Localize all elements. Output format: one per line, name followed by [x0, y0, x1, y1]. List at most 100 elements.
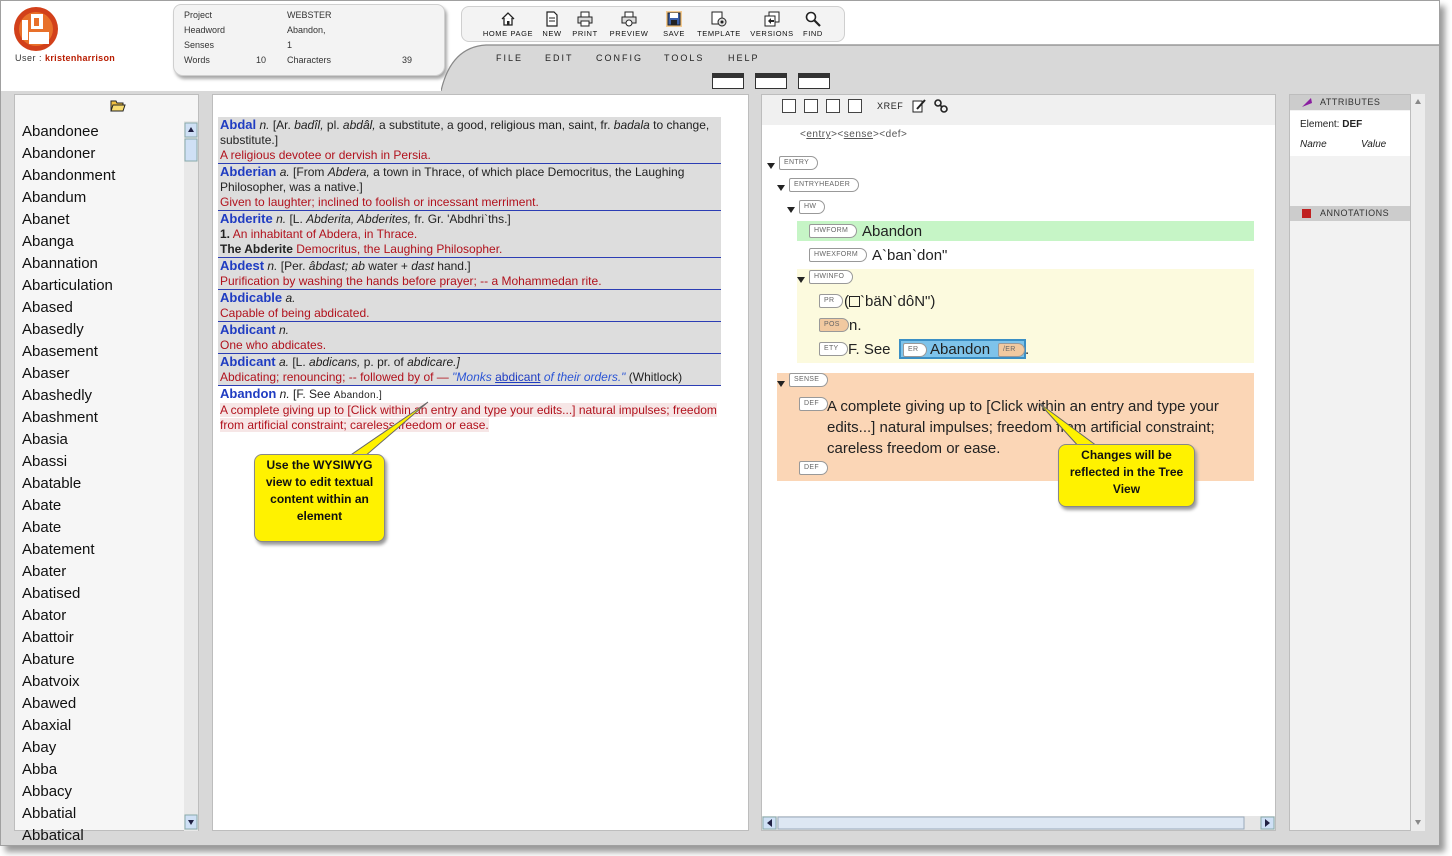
menu-edit[interactable]: EDIT [545, 53, 574, 63]
headword-list-item[interactable]: Abature [22, 649, 187, 671]
tag-def[interactable]: DEF [799, 397, 828, 411]
menu-tools[interactable]: TOOLS [664, 53, 704, 63]
expand-all-button[interactable] [782, 99, 796, 113]
editable-definition[interactable]: A complete giving up to [Click within an… [220, 403, 717, 432]
wordlist-scrollbar[interactable] [184, 121, 198, 831]
open-folder-icon[interactable] [110, 99, 126, 113]
versions-button[interactable]: VERSIONS [748, 11, 796, 43]
headword-list-item[interactable]: Abasia [22, 429, 187, 451]
headword-list-item[interactable]: Abattoir [22, 627, 187, 649]
headword-list-item[interactable]: Abator [22, 605, 187, 627]
hwexform-value[interactable]: A`ban`don" [872, 247, 947, 264]
tag-sense[interactable]: SENSE [789, 373, 829, 387]
crumb-entry[interactable]: entry [806, 129, 831, 140]
pos-value[interactable]: n. [849, 317, 862, 334]
tag-def-empty[interactable]: DEF [799, 461, 828, 475]
attributes-header[interactable]: ATTRIBUTES [1290, 95, 1410, 110]
link-icon[interactable] [934, 99, 948, 113]
headword-list-item[interactable]: Abaser [22, 363, 187, 385]
headword-list-item[interactable]: Abassi [22, 451, 187, 473]
headword-list-item[interactable]: Abandonee [22, 121, 187, 143]
tag-entryheader[interactable]: ENTRYHEADER [789, 178, 860, 192]
save-button[interactable]: SAVE [660, 11, 688, 43]
move-up-button[interactable] [826, 99, 840, 113]
headword-list-item[interactable]: Abased [22, 297, 187, 319]
headword-list-item[interactable]: Abawed [22, 693, 187, 715]
template-button[interactable]: TEMPLATE [694, 11, 744, 43]
entry-abderite[interactable]: Abderite n. [L. Abderita, Abderites, fr.… [218, 211, 721, 258]
headword-list-item[interactable]: Abate [22, 495, 187, 517]
headword-list-item[interactable]: Abanet [22, 209, 187, 231]
headword-list-item[interactable]: Abbacy [22, 781, 187, 803]
entry-abdal[interactable]: Abdal n. [Ar. badîl, pl. abdâl, a substi… [218, 117, 721, 164]
tag-hw[interactable]: HW [799, 200, 826, 214]
cite-link-abdicant[interactable]: abdicant [495, 370, 540, 384]
view-layout-3-button[interactable] [798, 73, 830, 89]
hwform-value[interactable]: Abandon [862, 223, 922, 240]
headword-list-item[interactable]: Abannation [22, 253, 187, 275]
menu-file[interactable]: FILE [496, 53, 523, 63]
annotations-header[interactable]: ANNOTATIONS [1290, 206, 1410, 221]
attributes-scrollbar[interactable] [1411, 94, 1425, 831]
headword-list-item[interactable]: Abarticulation [22, 275, 187, 297]
tag-hwform[interactable]: HWFORM [809, 224, 858, 238]
menu-config[interactable]: CONFIG [596, 53, 643, 63]
headword-list-item[interactable]: Abandonment [22, 165, 187, 187]
entry-abdicant-noun[interactable]: Abdicant n. One who abdicates. [218, 322, 721, 354]
preview-icon [621, 11, 637, 27]
crumb-sense[interactable]: sense [844, 129, 873, 140]
preview-button[interactable]: PREVIEW [608, 11, 650, 43]
toggle-sense[interactable] [777, 381, 785, 387]
ety-value[interactable]: F. See [848, 341, 891, 358]
headword-list-item[interactable]: Abay [22, 737, 187, 759]
headword-list-item[interactable]: Abashedly [22, 385, 187, 407]
entry-abandon-current[interactable]: Abandon n. [F. See Abandon.] A complete g… [218, 386, 721, 433]
toggle-hwinfo[interactable] [797, 277, 805, 283]
headword-list-item[interactable]: Abbatial [22, 803, 187, 825]
new-button[interactable]: NEW [540, 11, 564, 43]
headword-list-item[interactable]: Abandum [22, 187, 187, 209]
entry-abderian[interactable]: Abderian a. [From Abdera, a town in Thra… [218, 164, 721, 211]
home-page-button[interactable]: HOME PAGE [482, 11, 534, 43]
entry-abdicable[interactable]: Abdicable a. Capable of being abdicated. [218, 290, 721, 322]
edit-note-icon[interactable] [912, 99, 926, 113]
headword-list-item[interactable]: Abbatical [22, 825, 187, 845]
headword-list-item[interactable]: Abater [22, 561, 187, 583]
tag-entry[interactable]: ENTRY [779, 156, 819, 170]
headword-list-item[interactable]: Abaxial [22, 715, 187, 737]
headword-list-item[interactable]: Abandoner [22, 143, 187, 165]
toggle-hw[interactable] [787, 207, 795, 213]
move-down-button[interactable] [848, 99, 862, 113]
view-layout-2-button[interactable] [755, 73, 787, 89]
name-column: Name [1300, 139, 1327, 150]
headword-list-item[interactable]: Abasement [22, 341, 187, 363]
headword-list-item[interactable]: Abatement [22, 539, 187, 561]
tree-horizontal-scrollbar[interactable] [762, 816, 1275, 830]
headword-list-item[interactable]: Abatvoix [22, 671, 187, 693]
menu-help[interactable]: HELP [728, 53, 760, 63]
headword-list-item[interactable]: Abashment [22, 407, 187, 429]
xref-button[interactable]: XREF [877, 101, 903, 111]
entry-abdest[interactable]: Abdest n. [Per. âbdast; ab water + dast … [218, 258, 721, 290]
tag-pr[interactable]: PR [819, 294, 844, 308]
toggle-entryheader[interactable] [777, 185, 785, 191]
er-crossref[interactable]: ER Abandon /ER [899, 339, 1026, 359]
headword-list-item[interactable]: Abba [22, 759, 187, 781]
tag-ety[interactable]: ETY [819, 342, 848, 356]
find-button[interactable]: FIND [800, 11, 826, 43]
pr-value[interactable]: (`bäN`dôN") [844, 293, 935, 310]
tag-hwinfo[interactable]: HWINFO [809, 270, 854, 284]
toggle-entry[interactable] [767, 163, 775, 169]
headword-list-item[interactable]: Abate [22, 517, 187, 539]
headword-list-item[interactable]: Abasedly [22, 319, 187, 341]
headword-list-item[interactable]: Abatable [22, 473, 187, 495]
print-button[interactable]: PRINT [570, 11, 600, 43]
view-layout-1-button[interactable] [712, 73, 744, 89]
tag-hwexform[interactable]: HWEXFORM [809, 248, 868, 262]
headword-label: Headword [184, 25, 226, 35]
headword-list-item[interactable]: Abanga [22, 231, 187, 253]
headword-list-item[interactable]: Abatised [22, 583, 187, 605]
tag-pos[interactable]: POS [819, 318, 849, 332]
entry-abdicant-adjective[interactable]: Abdicant a. [L. abdicans, p. pr. of abdi… [218, 354, 721, 386]
collapse-all-button[interactable] [804, 99, 818, 113]
